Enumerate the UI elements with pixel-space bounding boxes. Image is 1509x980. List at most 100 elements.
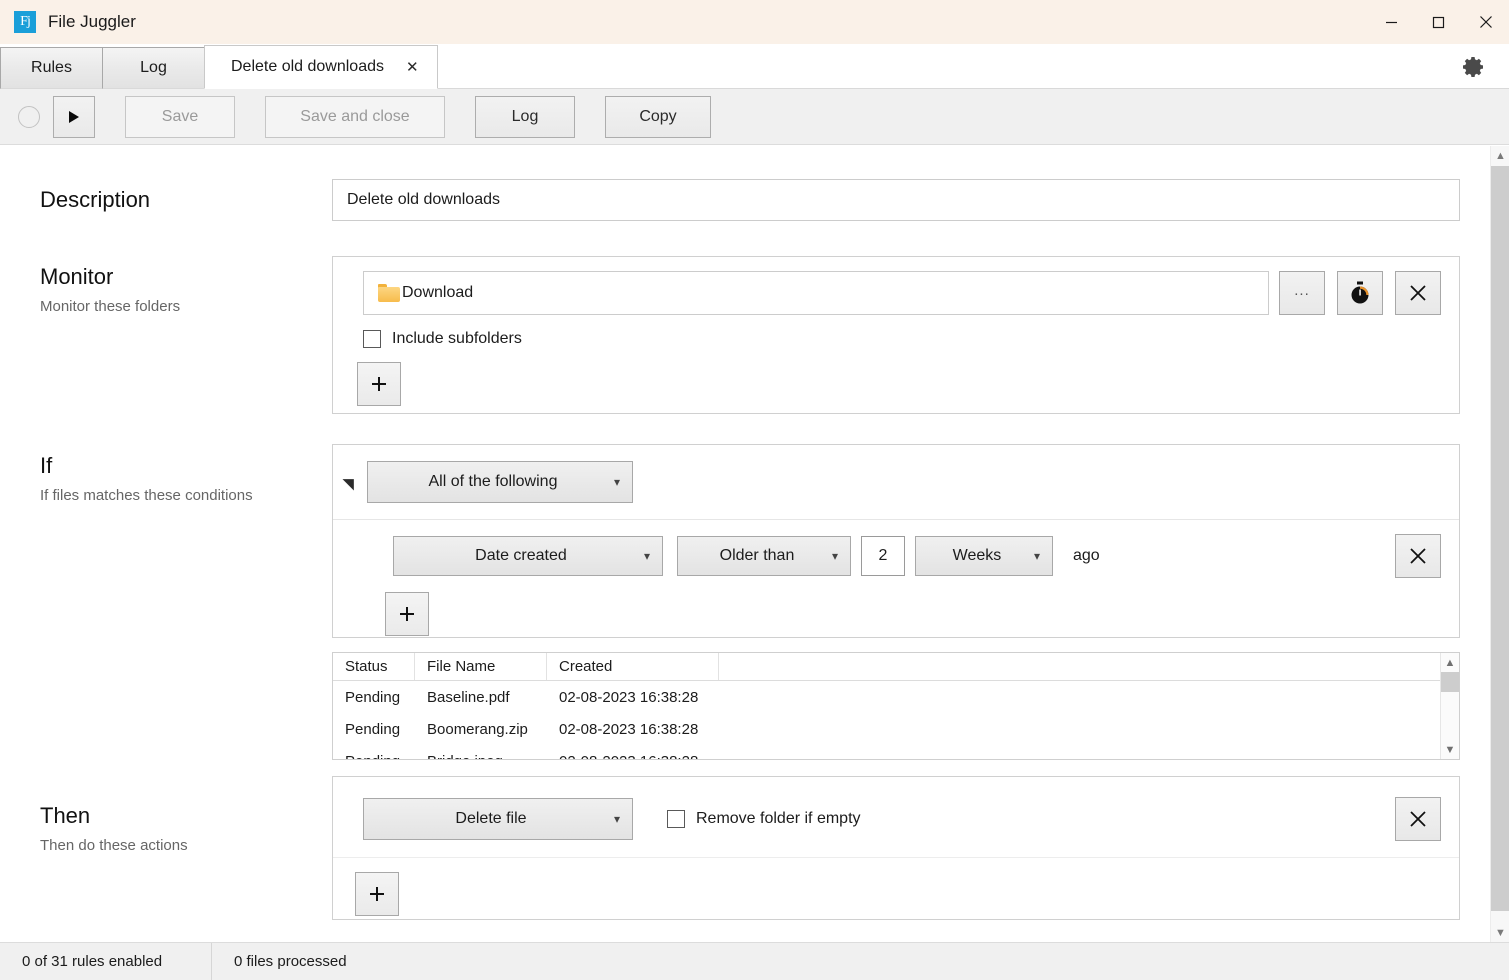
stopwatch-icon — [1351, 281, 1369, 304]
log-button[interactable]: Log — [475, 95, 575, 138]
add-monitor-folder-button[interactable] — [357, 362, 401, 406]
close-x-icon — [1410, 548, 1426, 564]
table-row[interactable]: Pending Bridge.jpeg 02-08-2023 16:38:28 — [333, 745, 1459, 760]
scroll-track[interactable] — [1440, 672, 1459, 740]
save-and-close-button[interactable]: Save and close — [265, 95, 445, 138]
tab-label: Log — [140, 59, 167, 76]
then-panel: Delete file ▾ Remove folder if empty — [332, 776, 1460, 920]
cell-created: 02-08-2023 16:38:28 — [559, 688, 699, 706]
monitor-folder-value: Download — [402, 284, 474, 301]
status-bar: 0 of 31 rules enabled 0 files processed — [0, 942, 1509, 980]
match-mode-value: All of the following — [428, 473, 558, 490]
window-title: File Juggler — [48, 12, 136, 31]
condition-field-select[interactable]: Date created ▾ — [393, 536, 663, 576]
tab-rules[interactable]: Rules — [0, 47, 103, 89]
cell-status: Pending — [345, 720, 401, 738]
action-select[interactable]: Delete file ▾ — [363, 798, 633, 840]
remove-folder-if-empty-checkbox[interactable]: Remove folder if empty — [667, 810, 861, 828]
cell-status: Pending — [333, 745, 415, 760]
condition-operator-select[interactable]: Older than ▾ — [677, 536, 851, 576]
then-heading: Then — [40, 803, 91, 828]
column-header-file-name[interactable]: File Name — [415, 653, 547, 680]
table-row[interactable]: Pending Boomerang.zip 02-08-2023 16:38:2… — [333, 713, 1459, 745]
description-input[interactable]: Delete old downloads — [332, 179, 1460, 221]
column-header-status[interactable]: Status — [333, 653, 415, 680]
tab-log[interactable]: Log — [102, 47, 205, 89]
title-bar: Fj File Juggler — [0, 0, 1509, 44]
then-section-labels: Then Then do these actions — [40, 803, 310, 855]
close-x-icon — [1410, 285, 1426, 301]
chevron-down-icon: ▾ — [643, 549, 650, 563]
tab-label: Rules — [31, 59, 72, 76]
table-scrollbar[interactable]: ▲ ▼ — [1440, 653, 1459, 759]
scroll-down-icon[interactable]: ▼ — [1491, 923, 1509, 942]
chevron-down-icon: ▾ — [613, 475, 620, 489]
cell-created: 02-08-2023 16:38:28 — [547, 745, 719, 760]
remove-condition-button[interactable] — [1395, 534, 1441, 578]
scroll-thumb[interactable] — [1491, 166, 1509, 911]
collapse-conditions-icon[interactable] — [342, 473, 360, 491]
column-header-filler — [719, 653, 1459, 680]
browse-ellipsis-icon: ... — [1294, 281, 1310, 299]
minimize-icon[interactable] — [1368, 0, 1415, 44]
scroll-up-icon[interactable]: ▲ — [1491, 146, 1509, 165]
include-subfolders-label: Include subfolders — [392, 330, 522, 347]
add-condition-button[interactable] — [385, 592, 429, 636]
status-files-processed: 0 files processed — [234, 953, 347, 970]
if-section-labels: If If files matches these conditions — [40, 453, 330, 504]
file-juggler-window: Fj File Juggler Rules Log Delete old dow… — [0, 0, 1509, 980]
cell-created: 02-08-2023 16:38:28 — [559, 720, 699, 738]
status-rules-enabled: 0 of 31 rules enabled — [0, 942, 212, 980]
close-x-icon — [1410, 811, 1426, 827]
plus-icon — [372, 377, 386, 391]
table-row[interactable]: Pending Baseline.pdf 02-08-2023 16:38:28 — [333, 681, 1459, 713]
folder-icon — [378, 284, 400, 302]
scroll-down-icon[interactable]: ▼ — [1441, 740, 1460, 759]
cell-status: Pending — [345, 688, 401, 706]
gear-icon[interactable] — [1457, 50, 1491, 84]
remove-action-button[interactable] — [1395, 797, 1441, 841]
cell-file-name: Bridge.jpeg — [415, 745, 547, 760]
browse-folder-button[interactable]: ... — [1279, 271, 1325, 315]
matched-files-table: Status File Name Created Pending Baselin… — [332, 652, 1460, 760]
maximize-icon[interactable] — [1415, 0, 1462, 44]
monitor-timer-button[interactable] — [1337, 271, 1383, 315]
content-scrollbar[interactable]: ▲ ▼ — [1490, 146, 1509, 942]
tab-label: Delete old downloads — [231, 58, 384, 75]
condition-field-value: Date created — [475, 547, 567, 564]
if-heading: If — [40, 453, 53, 478]
close-icon[interactable] — [1462, 0, 1509, 44]
add-action-button[interactable] — [355, 872, 399, 916]
tab-delete-old-downloads[interactable]: Delete old downloads ✕ — [204, 45, 438, 89]
cell-file-name: Boomerang.zip — [427, 720, 528, 738]
chevron-down-icon: ▾ — [831, 549, 838, 563]
tab-close-icon[interactable]: ✕ — [406, 60, 419, 75]
condition-amount-value: 2 — [878, 547, 888, 564]
if-panel: All of the following ▾ Date created ▾ Ol… — [332, 444, 1460, 638]
cell-file-name: Baseline.pdf — [427, 688, 510, 706]
scroll-thumb[interactable] — [1440, 672, 1459, 692]
checkbox-box — [363, 330, 381, 348]
monitor-panel: Download Include subfolders ... — [332, 256, 1460, 414]
run-rule-button[interactable] — [53, 95, 95, 138]
plus-icon — [400, 607, 414, 621]
condition-amount-input[interactable]: 2 — [861, 536, 905, 576]
scroll-up-icon[interactable]: ▲ — [1441, 653, 1460, 672]
monitor-remove-button[interactable] — [1395, 271, 1441, 315]
plus-icon — [370, 887, 384, 901]
copy-button[interactable]: Copy — [605, 95, 711, 138]
then-subtext: Then do these actions — [40, 837, 188, 855]
chevron-down-icon: ▾ — [613, 812, 620, 826]
rule-editor-content: Description Delete old downloads Monitor… — [0, 146, 1509, 942]
rule-status-indicator-icon[interactable] — [18, 105, 40, 128]
match-mode-select[interactable]: All of the following ▾ — [367, 461, 633, 503]
monitor-heading: Monitor — [40, 264, 114, 289]
column-header-created[interactable]: Created — [547, 653, 719, 680]
remove-folder-if-empty-label: Remove folder if empty — [696, 810, 861, 827]
condition-operator-value: Older than — [719, 547, 795, 564]
condition-unit-select[interactable]: Weeks ▾ — [915, 536, 1053, 576]
monitor-folder-input[interactable]: Download — [363, 271, 1269, 315]
window-controls — [1368, 0, 1509, 44]
include-subfolders-checkbox[interactable]: Include subfolders — [363, 330, 1269, 348]
save-button[interactable]: Save — [125, 95, 235, 138]
